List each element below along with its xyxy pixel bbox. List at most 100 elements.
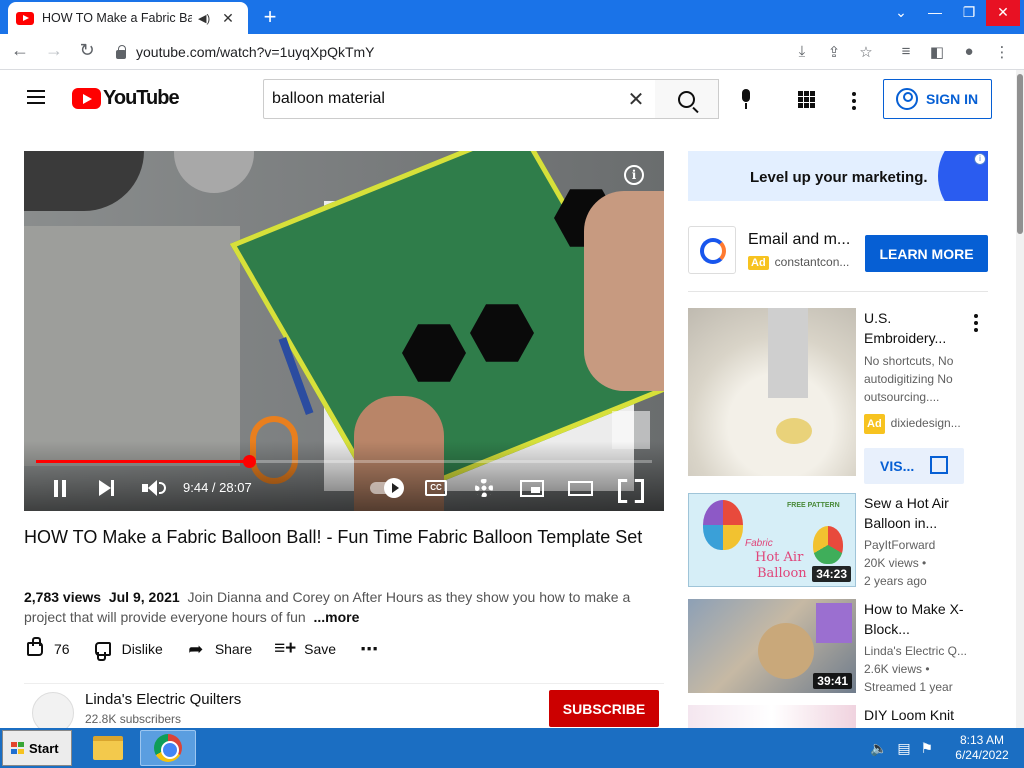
settings-gear-icon[interactable] (473, 478, 495, 498)
search-icon (678, 90, 695, 108)
search-input[interactable]: balloon material ✕ (263, 79, 656, 119)
chrome-icon (154, 734, 182, 762)
thumbs-up-icon (24, 637, 46, 660)
start-button[interactable]: Start (2, 730, 72, 766)
ad-badge: Ad (864, 414, 885, 434)
restore-button[interactable]: ❐ (952, 0, 986, 26)
minimize-button[interactable]: — (918, 0, 952, 26)
chrome-menu-icon[interactable]: ⋮ (992, 43, 1012, 61)
promoted-ad[interactable]: Email and m... Ad constantcon... LEARN MO… (688, 226, 988, 292)
taskbar-chrome[interactable] (140, 730, 196, 766)
ad-thumbnail[interactable] (688, 308, 856, 476)
share-label: Share (214, 641, 253, 657)
taskbar-clock[interactable]: 8:13 AM 6/24/2022 (950, 733, 1014, 763)
network-icon[interactable]: ▤ (897, 740, 910, 756)
share-icon: ➦ (188, 638, 204, 659)
video-title: HOW TO Make a Fabric Balloon Ball! - Fun… (24, 527, 643, 547)
related-video[interactable]: FREE PATTERN Fabric Hot Air Balloon 34:2… (688, 493, 988, 588)
profile-icon[interactable]: ● (959, 43, 979, 60)
autoplay-toggle[interactable] (368, 478, 404, 498)
apps-grid-icon[interactable] (798, 91, 815, 108)
thumb-label: Hot Air (755, 550, 804, 565)
dislike-button[interactable]: Dislike (92, 638, 163, 660)
next-video-icon[interactable] (96, 478, 116, 498)
volume-muted-icon[interactable]: 🔈 (870, 740, 887, 756)
display-ad-banner[interactable]: Level up your marketing. i (688, 151, 988, 201)
advertiser-logo (688, 226, 736, 274)
ad-info-icon[interactable]: i (974, 153, 986, 165)
forward-button[interactable]: → (42, 40, 66, 61)
video-thumbnail[interactable]: FREE PATTERN Fabric Hot Air Balloon 34:2… (688, 493, 856, 587)
tab-close-icon[interactable]: ✕ (222, 10, 234, 27)
progress-bar[interactable] (36, 455, 652, 468)
external-link-icon (930, 456, 948, 474)
sidebar-ad-card[interactable]: U.S. Embroidery... No shortcuts, No auto… (688, 308, 988, 484)
bookmark-star-icon[interactable]: ☆ (856, 43, 876, 61)
sign-in-button[interactable]: SIGN IN (883, 79, 992, 119)
browser-toolbar: ← → ↻ youtube.com/watch?v=1uyqXpQkTmY ⤓ … (0, 34, 1024, 70)
subscribe-button[interactable]: SUBSCRIBE (549, 690, 659, 727)
upload-date: Jul 9, 2021 (108, 589, 180, 605)
volume-icon[interactable] (142, 478, 166, 498)
pause-icon[interactable] (52, 478, 68, 498)
video-channel: PayItForward (864, 538, 936, 552)
channel-name[interactable]: Linda's Electric Quilters (85, 691, 241, 708)
tab-search-icon[interactable]: ⌄ (884, 0, 918, 26)
voice-search-icon[interactable] (739, 89, 753, 111)
theater-mode-icon[interactable] (567, 478, 593, 498)
reload-button[interactable]: ↻ (75, 40, 99, 61)
view-count: 2,783 views (24, 589, 102, 605)
visit-site-button[interactable]: VIS... (864, 448, 964, 484)
learn-more-button[interactable]: LEARN MORE (865, 235, 988, 272)
promo-meta: Ad constantcon... (748, 255, 849, 270)
tab-audio-icon[interactable]: ◀) (198, 12, 210, 25)
like-button[interactable]: 76 (24, 637, 70, 660)
channel-row: Linda's Electric Quilters 22.8K subscrib… (24, 683, 664, 734)
thumb-label: Balloon (757, 566, 807, 581)
account-icon (896, 88, 918, 110)
controls-gradient (24, 441, 664, 511)
settings-menu-icon[interactable] (852, 92, 856, 113)
video-title: How to Make X-Block... (864, 601, 964, 637)
video-player[interactable]: i 9:44 / 28:07 CC (24, 151, 664, 511)
clear-search-icon[interactable]: ✕ (617, 87, 655, 112)
video-info-icon[interactable]: i (624, 165, 644, 185)
miniplayer-icon[interactable] (519, 478, 545, 498)
fullscreen-icon[interactable] (617, 478, 639, 498)
thumb-label: Fabric (745, 538, 773, 549)
video-description[interactable]: 2,783 views Jul 9, 2021 Join Dianna and … (24, 587, 654, 627)
save-button[interactable]: ≡+ Save (274, 638, 336, 660)
thumb-label: FREE PATTERN (787, 502, 840, 509)
browser-tab-youtube[interactable]: HOW TO Make a Fabric Ballo ◀) ✕ (8, 2, 248, 34)
search-button[interactable] (655, 79, 719, 119)
related-video[interactable]: DIY Loom Knit (688, 705, 988, 728)
media-control-icon[interactable]: ≡ (896, 43, 916, 60)
back-button[interactable]: ← (8, 40, 32, 61)
subscriber-count: 22.8K subscribers (85, 712, 182, 726)
youtube-logo[interactable]: YouTube (72, 87, 180, 110)
share-page-icon[interactable]: ⇪ (824, 43, 844, 61)
promo-title: Email and m... (748, 231, 851, 248)
flag-icon[interactable]: ⚑ (920, 740, 933, 756)
taskbar-file-explorer[interactable] (80, 730, 136, 766)
browser-tab-strip: HOW TO Make a Fabric Ballo ◀) ✕ + ⌄ — ❐ … (0, 0, 1024, 34)
more-actions-button[interactable]: ⋯ (358, 638, 388, 660)
show-more-link[interactable]: ...more (314, 609, 360, 625)
share-button[interactable]: ➦ Share (185, 638, 252, 660)
banner-text: Level up your marketing. (750, 169, 928, 186)
install-app-icon[interactable]: ⤓ (792, 43, 812, 60)
side-panel-icon[interactable]: ◧ (927, 43, 947, 61)
scrollbar-thumb[interactable] (1017, 74, 1023, 234)
window-close-button[interactable]: ✕ (986, 0, 1020, 26)
new-tab-button[interactable]: + (258, 4, 282, 30)
related-video[interactable]: 39:41 How to Make X-Block... Linda's Ele… (688, 599, 988, 694)
guide-menu-icon[interactable] (27, 90, 45, 104)
video-thumbnail[interactable]: 39:41 (688, 599, 856, 693)
youtube-favicon-icon (16, 11, 34, 25)
address-bar[interactable]: youtube.com/watch?v=1uyqXpQkTmY (108, 38, 888, 66)
ad-card-menu-icon[interactable] (974, 314, 978, 335)
video-views: 2.6K views • (864, 662, 930, 676)
captions-icon[interactable]: CC (425, 478, 447, 498)
page-scrollbar[interactable] (1016, 70, 1024, 728)
video-thumbnail[interactable] (688, 705, 856, 728)
